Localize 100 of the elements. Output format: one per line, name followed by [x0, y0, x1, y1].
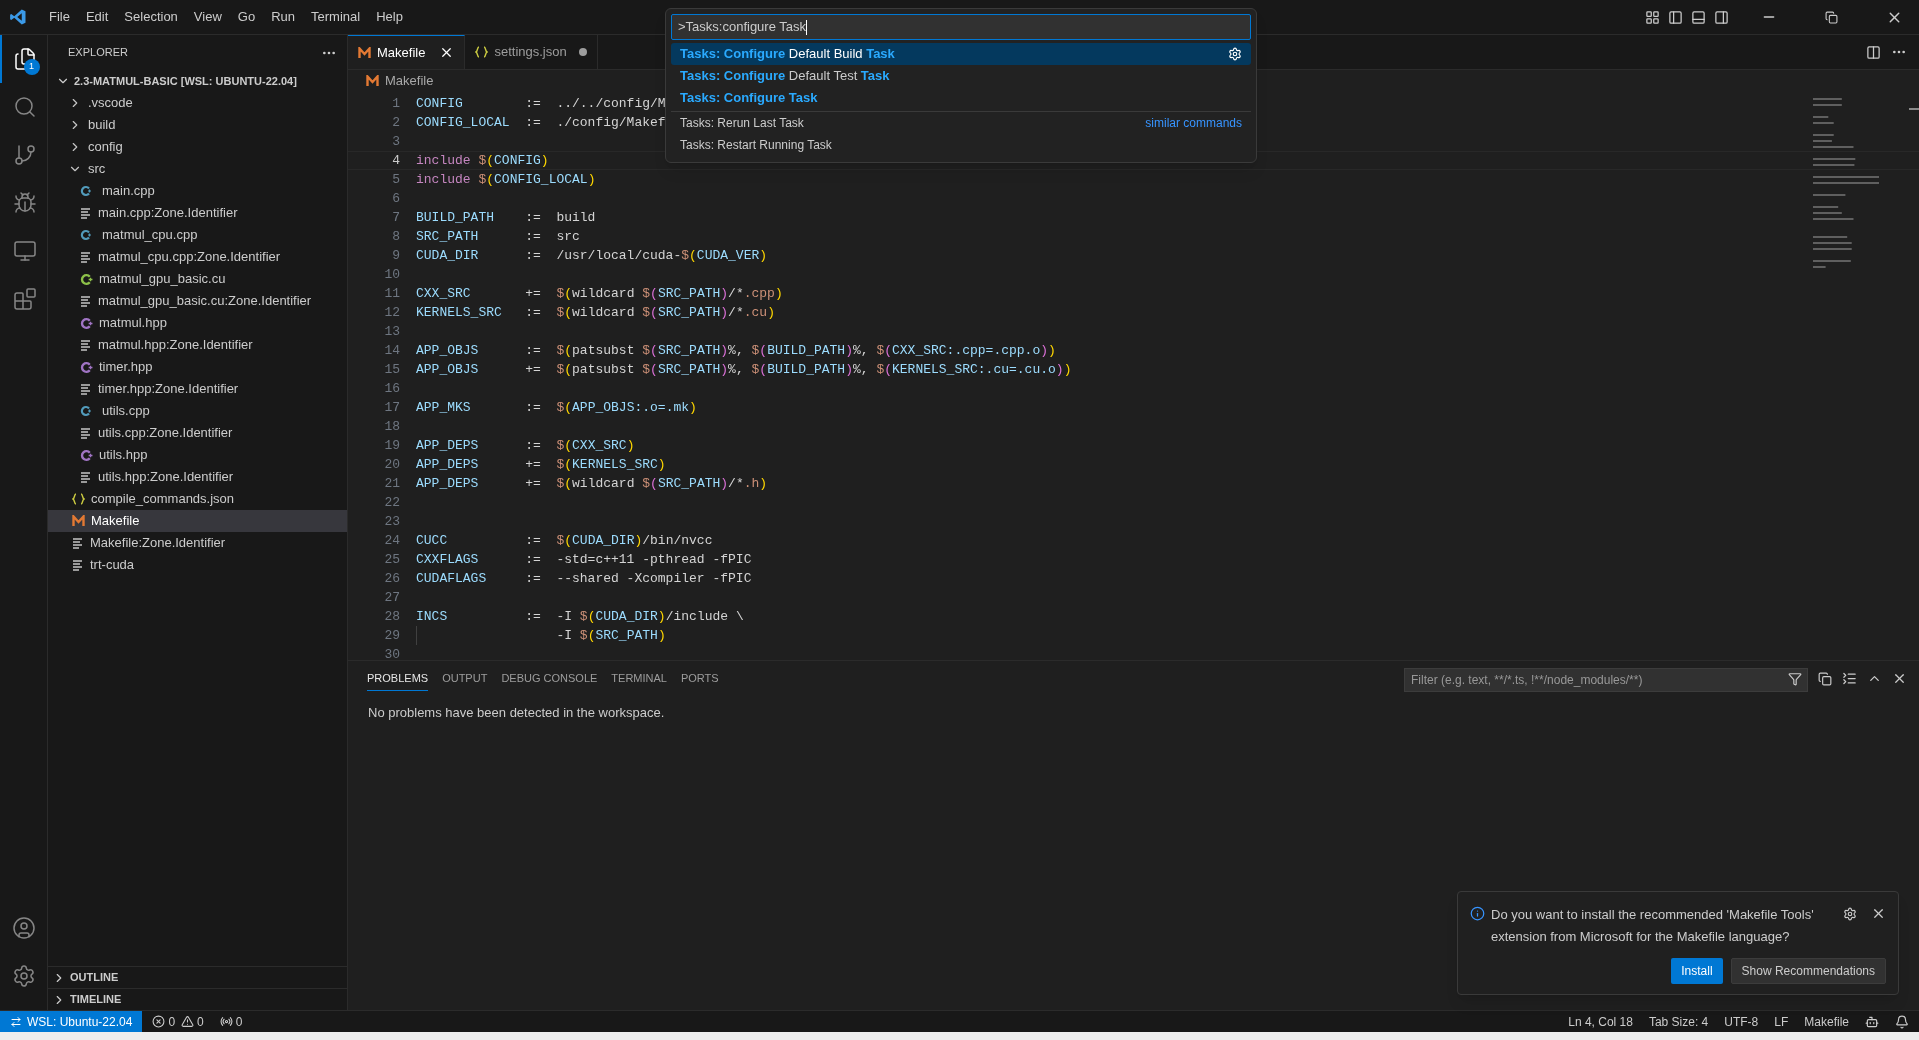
settings-icon[interactable] — [11, 964, 36, 988]
menu-item[interactable]: Selection — [116, 7, 186, 27]
error-icon — [152, 1015, 166, 1028]
copilot-icon[interactable] — [1865, 1014, 1879, 1029]
command-item[interactable]: Tasks: Configure Default Build Task — [671, 43, 1251, 65]
panel-tab[interactable]: PORTS — [680, 666, 719, 691]
menu-item[interactable]: File — [41, 7, 78, 27]
account-icon[interactable] — [11, 916, 36, 940]
command-item[interactable]: Tasks: Restart Running Task — [671, 134, 1251, 156]
menu-item[interactable]: Terminal — [303, 7, 369, 27]
close-panel-icon[interactable] — [1892, 671, 1907, 686]
code-line: APP_MKS := $(APP_OBJS:.o=.mk) — [416, 398, 697, 417]
problems-status[interactable]: 0 0 — [152, 1012, 204, 1031]
panel-tab[interactable]: DEBUG CONSOLE — [501, 666, 598, 691]
panel-tab[interactable]: TERMINAL — [611, 666, 667, 691]
line-number: 10 — [383, 265, 400, 284]
menu-item[interactable]: Edit — [77, 7, 117, 27]
collapse-all-icon[interactable] — [1818, 671, 1832, 686]
file-tree-item[interactable]: timer.hpp:Zone.Identifier — [48, 378, 347, 400]
status-item[interactable]: UTF-8 — [1724, 1012, 1759, 1031]
line-number: 2 — [391, 113, 400, 132]
file-tree-item[interactable]: utils.hpp — [48, 444, 347, 466]
file-tree-item[interactable]: matmul.hpp:Zone.Identifier — [48, 334, 347, 356]
close-icon[interactable] — [1871, 906, 1886, 921]
menu-item[interactable]: Run — [263, 7, 303, 27]
notification-badge: 1 — [23, 59, 40, 75]
sidebar-section-header[interactable]: OUTLINE — [48, 966, 347, 988]
customize-layout-icon[interactable] — [1645, 9, 1660, 25]
file-tree-item[interactable]: Makefile:Zone.Identifier — [48, 532, 347, 554]
split-editor-icon[interactable] — [1866, 44, 1881, 60]
notifications-icon[interactable] — [1895, 1014, 1909, 1029]
file-tree-item[interactable]: main.cpp:Zone.Identifier — [48, 202, 347, 224]
status-item[interactable]: LF — [1774, 1012, 1789, 1031]
file-tree-item[interactable]: matmul_gpu_basic.cu:Zone.Identifier — [48, 290, 347, 312]
file-tree-item[interactable]: utils.hpp:Zone.Identifier — [48, 466, 347, 488]
settings-icon[interactable] — [1843, 907, 1857, 921]
file-tree-item[interactable]: .vscode — [48, 92, 347, 114]
line-number: 22 — [383, 493, 400, 512]
ports-status[interactable]: 0 — [219, 1012, 243, 1031]
file-tree-item[interactable]: matmul_cpu.cpp — [48, 224, 347, 246]
command-item[interactable]: Tasks: Configure Default Test Task — [671, 65, 1251, 87]
command-item[interactable]: Tasks: Configure Task — [671, 87, 1251, 109]
filter-field[interactable]: Filter (e.g. text, **/*.ts, !**/node_modules/**) — [1404, 667, 1808, 692]
file-tree-item[interactable]: config — [48, 136, 347, 158]
status-item[interactable]: Ln 4, Col 18 — [1568, 1012, 1633, 1031]
file-tree-item[interactable]: utils.cpp:Zone.Identifier — [48, 422, 347, 444]
file-tree-item[interactable]: matmul_cpu.cpp:Zone.Identifier — [48, 246, 347, 268]
filter-icon[interactable] — [1788, 671, 1802, 686]
code-line: CXX_SRC += $(wildcard $(SRC_PATH)/*.cpp) — [416, 284, 783, 303]
file-tree-item[interactable]: build — [48, 114, 347, 136]
similar-commands-link[interactable]: similar commands — [1145, 114, 1242, 132]
file-tree-item[interactable]: matmul.hpp — [48, 312, 347, 334]
file-tree-item[interactable]: main.cpp — [48, 180, 347, 202]
command-input[interactable]: >Tasks:configure Task — [671, 14, 1251, 40]
restore-icon[interactable] — [1825, 10, 1838, 24]
install-button[interactable]: Install — [1671, 958, 1723, 984]
code-line: KERNELS_SRC := $(wildcard $(SRC_PATH)/*.cu) — [416, 303, 775, 322]
text-file-icon — [80, 427, 92, 439]
editor-tab[interactable]: settings.json — [465, 35, 598, 69]
menu-item[interactable]: Go — [229, 7, 264, 27]
view-as-list-icon[interactable] — [1842, 671, 1857, 686]
file-tree-item[interactable]: Makefile — [48, 510, 347, 532]
extensions-icon — [12, 287, 37, 311]
file-tree-item[interactable]: src — [48, 158, 347, 180]
toggle-sidebar-icon[interactable] — [1668, 9, 1683, 25]
json-file-icon — [475, 45, 489, 59]
file-tree-item[interactable]: utils.cpp — [48, 400, 347, 422]
remote-indicator[interactable]: WSL: Ubuntu-22.04 — [0, 1011, 143, 1032]
configure-gear-icon[interactable] — [1228, 47, 1242, 61]
line-number: 1 — [391, 94, 400, 113]
text-file-icon — [80, 339, 92, 351]
file-tree-item[interactable]: compile_commands.json — [48, 488, 347, 510]
run-debug-icon — [12, 191, 37, 215]
code-line: CONFIG_LOCAL := ./config/Makef — [416, 113, 666, 132]
line-number: 17 — [383, 398, 400, 417]
toggle-secondary-sidebar-icon[interactable] — [1714, 9, 1729, 25]
show-recommendations-button[interactable]: Show Recommendations — [1730, 958, 1886, 984]
code-line: CXXFLAGS := -std=c++11 -pthread -fPIC — [416, 550, 752, 569]
breadcrumb[interactable]: Makefile — [385, 71, 434, 91]
menu-item[interactable]: Help — [368, 7, 411, 27]
status-item[interactable]: Tab Size: 4 — [1648, 1012, 1709, 1031]
file-tree-item[interactable]: trt-cuda — [48, 554, 347, 576]
line-number: 8 — [391, 227, 400, 246]
editor-tab[interactable]: Makefile — [348, 35, 466, 69]
panel-tab[interactable]: OUTPUT — [442, 666, 488, 691]
text-file-icon — [80, 207, 92, 219]
code-line: APP_DEPS += $(KERNELS_SRC) — [416, 455, 666, 474]
code-line: include $(CONFIG_LOCAL) — [416, 170, 596, 189]
search-icon — [12, 95, 37, 119]
menu-item[interactable]: View — [185, 7, 230, 27]
line-number: 26 — [383, 569, 400, 588]
panel-tab[interactable]: PROBLEMS — [367, 665, 429, 692]
status-item[interactable]: Makefile — [1804, 1012, 1849, 1031]
toggle-panel-icon[interactable] — [1691, 9, 1706, 25]
line-number: 11 — [383, 284, 400, 303]
file-tree-item[interactable]: timer.hpp — [48, 356, 347, 378]
file-tree-item[interactable]: matmul_gpu_basic.cu — [48, 268, 347, 290]
command-item[interactable]: Tasks: Rerun Last Task similar commands — [671, 112, 1251, 134]
remote-explorer-icon — [12, 239, 37, 263]
workspace-root[interactable]: 2.3-MATMUL-BASIC [WSL: UBUNTU-22.04] — [48, 70, 347, 92]
